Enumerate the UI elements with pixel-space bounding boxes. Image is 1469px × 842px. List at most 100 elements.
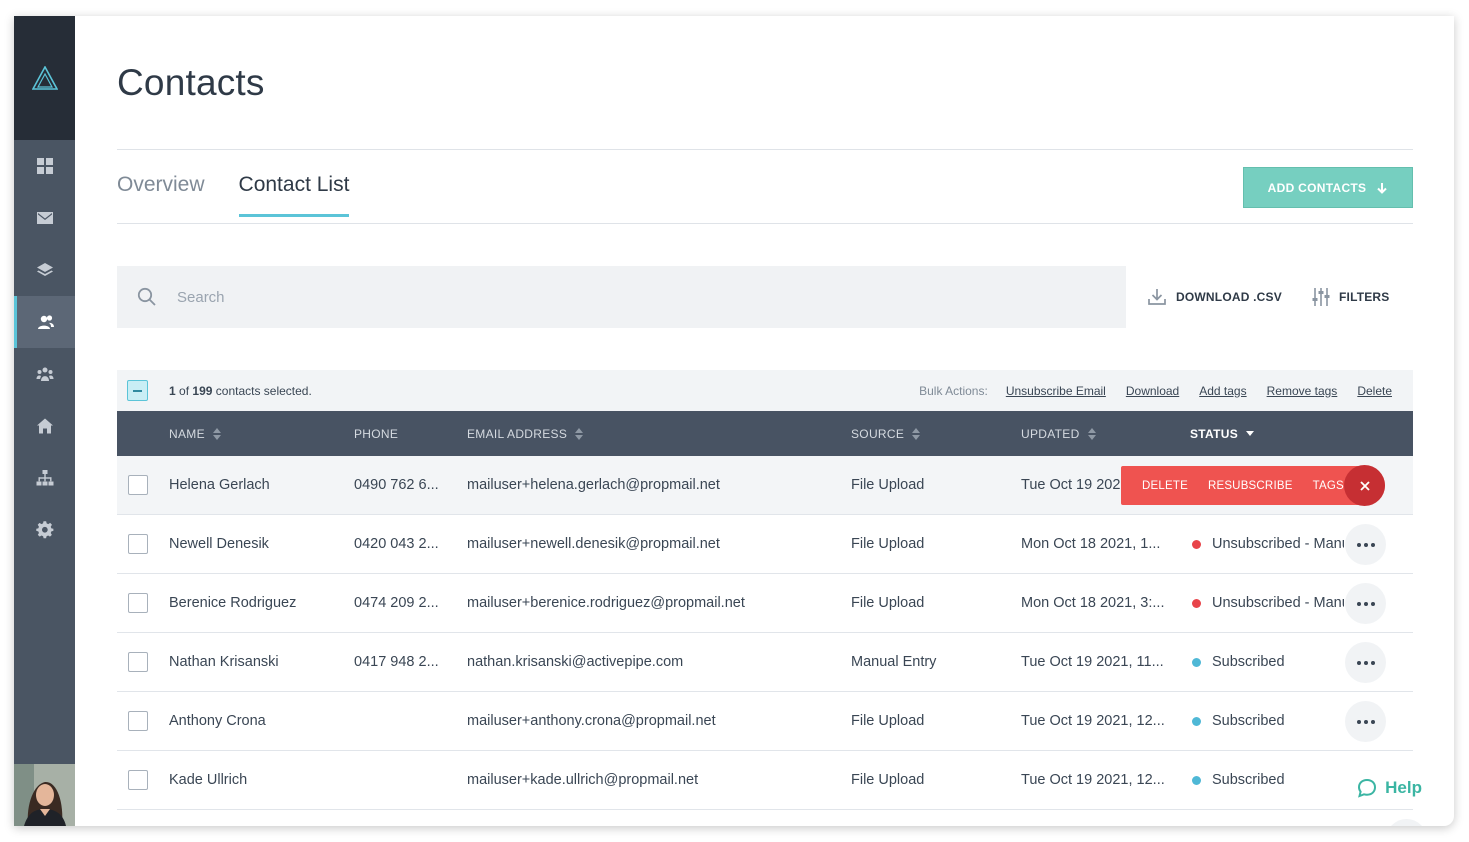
column-label: PHONE bbox=[354, 426, 399, 441]
row-more-button[interactable] bbox=[1386, 819, 1427, 826]
gear-icon bbox=[35, 521, 53, 539]
download-csv-button[interactable]: DOWNLOAD .CSV bbox=[1147, 287, 1282, 307]
row-more-button[interactable] bbox=[1345, 701, 1386, 742]
team-icon bbox=[36, 367, 53, 381]
row-more-button[interactable] bbox=[1345, 642, 1386, 683]
cell-source: File Upload bbox=[851, 536, 925, 552]
row-checkbox[interactable] bbox=[128, 770, 148, 790]
column-label: UPDATED bbox=[1021, 426, 1080, 441]
sidebar-item-dashboard[interactable] bbox=[14, 140, 75, 192]
sort-icon bbox=[212, 427, 221, 440]
row-tags-button[interactable]: TAGS bbox=[1313, 480, 1344, 492]
help-button[interactable]: Help bbox=[1353, 776, 1426, 800]
column-label: NAME bbox=[169, 426, 205, 441]
bulk-add-tags-link[interactable]: Add tags bbox=[1199, 384, 1246, 398]
cell-status: Subscribed bbox=[1192, 633, 1344, 691]
divider bbox=[117, 149, 1413, 150]
table-row[interactable]: Nathan Krisanski 0417 948 2... nathan.kr… bbox=[117, 633, 1413, 692]
status-label: Unsubscribed - Manu bbox=[1212, 595, 1344, 611]
page-title: Contacts bbox=[117, 62, 265, 103]
selection-of: of bbox=[179, 383, 190, 398]
arrow-down-icon bbox=[1377, 182, 1388, 194]
tab-overview[interactable]: Overview bbox=[117, 173, 205, 217]
app-window: Contacts Overview Contact List ADD CONTA… bbox=[14, 16, 1454, 826]
selection-suffix: contacts selected. bbox=[215, 383, 312, 398]
column-header-name[interactable]: NAME bbox=[169, 411, 221, 456]
tab-contact-list[interactable]: Contact List bbox=[238, 173, 350, 217]
cell-updated: Mon Oct 18 2021, 3:... bbox=[1021, 595, 1165, 611]
column-header-email[interactable]: EMAIL ADDRESS bbox=[467, 411, 584, 456]
bulk-download-link[interactable]: Download bbox=[1126, 384, 1179, 398]
bulk-actions-label: Bulk Actions: bbox=[919, 383, 988, 398]
column-label: SOURCE bbox=[851, 426, 905, 441]
cell-updated: Tue Oct 19 2021, 12... bbox=[1021, 772, 1165, 788]
cell-name: Newell Denesik bbox=[169, 536, 269, 552]
sidebar-item-contacts[interactable] bbox=[14, 296, 75, 348]
table-row[interactable]: Kade Ullrich mailuser+kade.ullrich@propm… bbox=[117, 751, 1413, 810]
sidebar-item-org[interactable] bbox=[14, 452, 75, 504]
add-contacts-button[interactable]: ADD CONTACTS bbox=[1243, 167, 1413, 208]
table-row[interactable]: Anthony Crona mailuser+anthony.crona@pro… bbox=[117, 692, 1413, 751]
row-checkbox[interactable] bbox=[128, 475, 148, 495]
column-header-status[interactable]: STATUS bbox=[1190, 411, 1255, 456]
table-row[interactable]: Helena Gerlach 0490 762 6... mailuser+he… bbox=[117, 456, 1413, 515]
row-checkbox[interactable] bbox=[128, 534, 148, 554]
cell-status: Unsubscribed - Manu bbox=[1192, 515, 1344, 573]
row-resubscribe-button[interactable]: RESUBSCRIBE bbox=[1208, 480, 1293, 492]
sidebar-item-mail[interactable] bbox=[14, 192, 75, 244]
row-more-button[interactable] bbox=[1345, 524, 1386, 565]
cell-name: Kade Ullrich bbox=[169, 772, 248, 788]
divider bbox=[117, 223, 1413, 224]
home-icon bbox=[36, 418, 53, 434]
cell-phone bbox=[354, 751, 459, 809]
sidebar-item-team[interactable] bbox=[14, 348, 75, 400]
row-checkbox[interactable] bbox=[128, 593, 148, 613]
row-delete-button[interactable]: DELETE bbox=[1142, 480, 1188, 492]
cell-name: Anthony Crona bbox=[169, 713, 266, 729]
bulk-delete-link[interactable]: Delete bbox=[1357, 384, 1392, 398]
row-more-button[interactable] bbox=[1345, 583, 1386, 624]
sort-icon bbox=[912, 427, 921, 440]
cell-phone: 0417 948 2... bbox=[354, 654, 439, 670]
cell-source: Manual Entry bbox=[851, 654, 937, 670]
cell-source: File Upload bbox=[851, 595, 925, 611]
bulk-remove-tags-link[interactable]: Remove tags bbox=[1267, 384, 1338, 398]
row-actions-close-button[interactable] bbox=[1344, 465, 1385, 506]
chat-bubble-icon bbox=[1358, 778, 1377, 798]
status-dot bbox=[1192, 775, 1201, 785]
app-logo[interactable] bbox=[14, 16, 75, 140]
cell-email: nathan.krisanski@activepipe.com bbox=[467, 654, 684, 670]
status-dot bbox=[1192, 598, 1201, 608]
org-chart-icon bbox=[36, 470, 53, 486]
row-checkbox[interactable] bbox=[128, 711, 148, 731]
cell-phone: 0490 762 6... bbox=[354, 477, 439, 493]
cell-status: Subscribed bbox=[1192, 751, 1344, 809]
cell-source: File Upload bbox=[851, 772, 925, 788]
bulk-unsubscribe-email-link[interactable]: Unsubscribe Email bbox=[1006, 384, 1106, 398]
bulk-actions-bar: 1 of 199 contacts selected. Bulk Actions… bbox=[117, 370, 1413, 411]
table-row[interactable]: Berenice Rodriguez 0474 209 2... mailuse… bbox=[117, 574, 1413, 633]
column-header-source[interactable]: SOURCE bbox=[851, 411, 921, 456]
row-checkbox[interactable] bbox=[128, 652, 148, 672]
column-label: EMAIL ADDRESS bbox=[467, 426, 568, 441]
layers-icon bbox=[36, 263, 53, 276]
select-all-checkbox[interactable] bbox=[127, 380, 148, 401]
sort-icon bbox=[1087, 427, 1096, 440]
avatar[interactable] bbox=[14, 764, 75, 826]
search-bar bbox=[117, 266, 1126, 328]
cell-phone bbox=[354, 692, 459, 750]
sidebar-item-home[interactable] bbox=[14, 400, 75, 452]
search-input[interactable] bbox=[177, 288, 1077, 306]
table-row[interactable]: Newell Denesik 0420 043 2... mailuser+ne… bbox=[117, 515, 1413, 574]
filters-icon bbox=[1312, 288, 1330, 306]
filters-button[interactable]: FILTERS bbox=[1312, 287, 1390, 307]
column-header-updated[interactable]: UPDATED bbox=[1021, 411, 1096, 456]
sidebar-item-settings[interactable] bbox=[14, 504, 75, 556]
cell-email: mailuser+kade.ullrich@propmail.net bbox=[467, 772, 699, 788]
cell-status: Subscribed bbox=[1192, 692, 1344, 750]
download-icon bbox=[1148, 289, 1166, 305]
sidebar-item-layers[interactable] bbox=[14, 244, 75, 296]
cell-name: Berenice Rodriguez bbox=[169, 595, 297, 611]
status-dot bbox=[1192, 539, 1201, 549]
status-label: Unsubscribed - Manu bbox=[1212, 536, 1344, 552]
